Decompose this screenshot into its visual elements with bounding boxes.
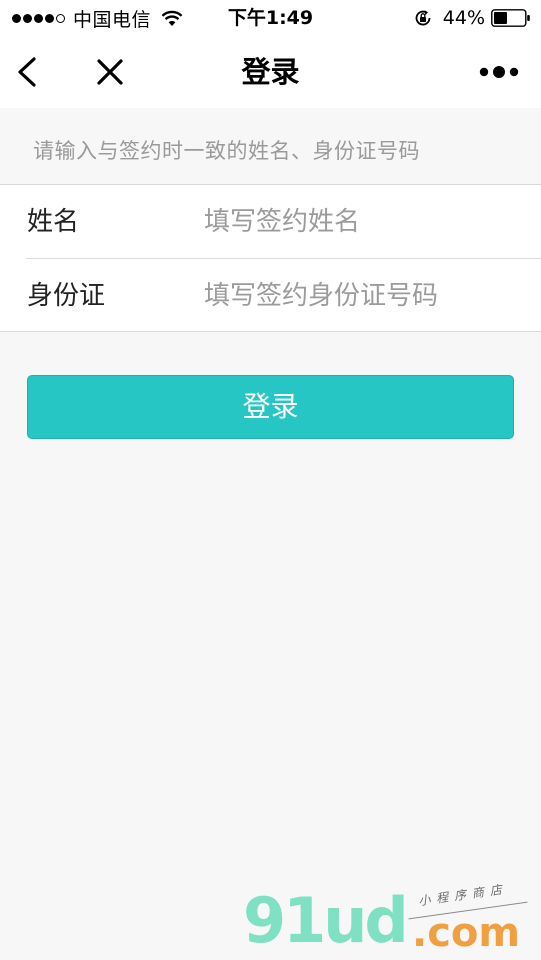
more-dots-icon[interactable]: [479, 64, 519, 80]
login-form: 姓名 身份证: [0, 184, 541, 332]
name-label: 姓名: [27, 207, 80, 237]
form-hint: 请输入与签约时一致的姓名、身份证号码: [33, 139, 420, 163]
name-input[interactable]: [204, 199, 524, 245]
status-bar: 中国电信 下午1:49 44%: [0, 0, 541, 36]
id-card-input[interactable]: [204, 273, 524, 319]
login-button[interactable]: 登录: [27, 375, 514, 439]
page-title: 登录: [241, 55, 300, 89]
battery-percent: 44%: [442, 7, 485, 29]
rotation-lock-icon: [415, 10, 431, 26]
watermark-com: com: [427, 910, 521, 956]
id-card-label: 身份证: [27, 281, 106, 311]
status-right: 44%: [413, 0, 531, 36]
name-row: 姓名: [0, 185, 541, 259]
nav-bar: 登录: [0, 36, 541, 108]
watermark-logo: 91ud .com 小程序商店: [240, 880, 540, 960]
watermark-tag: 小程序商店: [417, 881, 509, 909]
watermark-main-text: 91ud: [243, 884, 409, 957]
id-card-row: 身份证: [0, 259, 541, 333]
battery-icon: [491, 9, 530, 27]
